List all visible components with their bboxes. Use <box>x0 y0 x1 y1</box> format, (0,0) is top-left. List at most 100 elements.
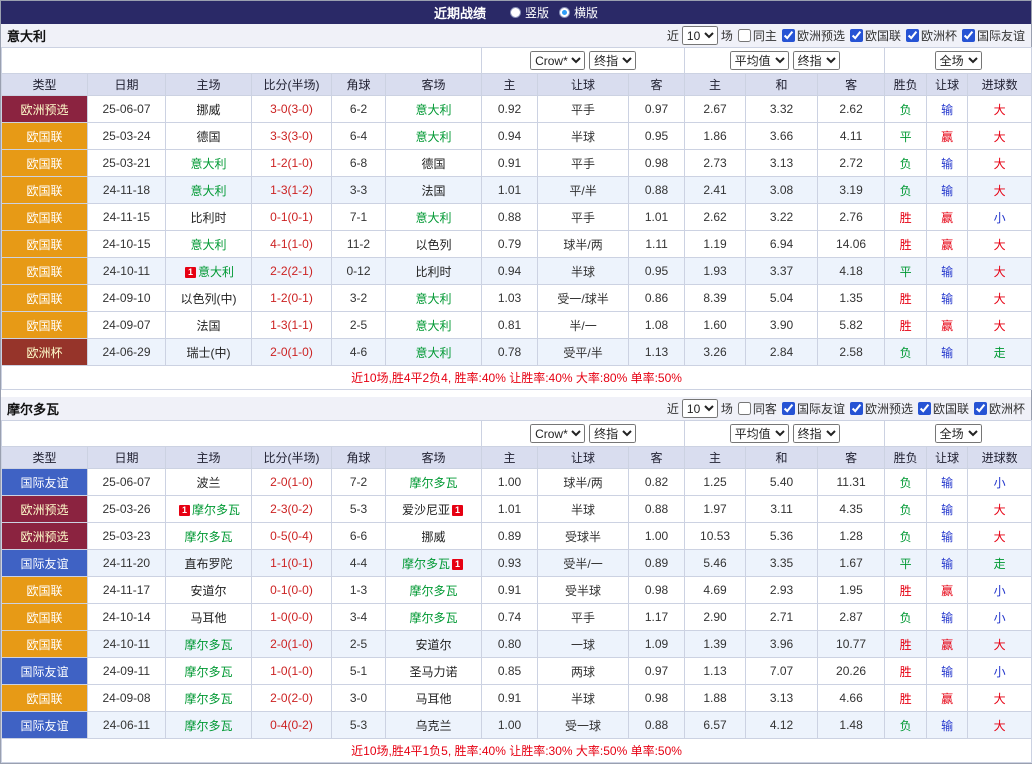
handicap-result: 输 <box>927 658 968 685</box>
win-lose-result: 平 <box>885 123 927 150</box>
match-type-badge: 欧国联 <box>2 312 88 339</box>
asia-odds-selects: Crow*终指 <box>482 48 685 74</box>
match-score: 1-2(0-1) <box>252 285 332 312</box>
competition-filter[interactable]: 国际友谊 <box>962 27 1025 44</box>
competition-filter[interactable]: 欧洲杯 <box>974 400 1025 417</box>
odds-source-select[interactable]: Crow* <box>530 51 585 70</box>
asia-home-odds: 0.85 <box>482 658 538 685</box>
asia-handicap: 受半球 <box>538 577 629 604</box>
competition-checkbox[interactable] <box>782 29 795 42</box>
same-venue-filter[interactable]: 同主 <box>738 27 777 44</box>
same-venue-checkbox[interactable] <box>738 402 751 415</box>
same-venue-checkbox[interactable] <box>738 29 751 42</box>
europe-home-odds: 1.60 <box>685 312 746 339</box>
column-header: 角球 <box>332 74 386 96</box>
red-card-badge: 1 <box>179 505 190 516</box>
asia-handicap: 半球 <box>538 496 629 523</box>
home-team: 比利时 <box>166 204 252 231</box>
average-final-select[interactable]: 终指 <box>793 51 840 70</box>
europe-away-odds: 2.72 <box>818 150 885 177</box>
table-row: 国际友谊24-09-11摩尔多瓦1-0(1-0)5-1圣马力诺0.85两球0.9… <box>2 658 1032 685</box>
team-name: 摩尔多瓦 <box>184 638 232 652</box>
away-team: 摩尔多瓦 <box>386 577 482 604</box>
match-type-badge: 国际友谊 <box>2 658 88 685</box>
column-header: 日期 <box>88 447 166 469</box>
odds-source-select[interactable]: Crow* <box>530 424 585 443</box>
competition-filter[interactable]: 国际友谊 <box>782 400 845 417</box>
competition-checkbox[interactable] <box>850 29 863 42</box>
match-count-select[interactable]: 10 <box>682 399 718 418</box>
handicap-result: 赢 <box>927 577 968 604</box>
away-team: 德国 <box>386 150 482 177</box>
match-score: 2-0(2-0) <box>252 685 332 712</box>
corner-score: 4-4 <box>332 550 386 577</box>
competition-checkbox[interactable] <box>974 402 987 415</box>
win-lose-result: 负 <box>885 469 927 496</box>
asia-handicap: 受半/一 <box>538 550 629 577</box>
competition-checkbox[interactable] <box>782 402 795 415</box>
away-team: 意大利 <box>386 339 482 366</box>
match-date: 25-03-23 <box>88 523 166 550</box>
competition-filter[interactable]: 欧国联 <box>918 400 969 417</box>
asia-odds-selects: Crow*终指 <box>482 421 685 447</box>
column-header: 客场 <box>386 74 482 96</box>
competition-checkbox[interactable] <box>906 29 919 42</box>
team-name: 安道尔 <box>416 638 452 652</box>
layout-radio-horizontal[interactable]: 横版 <box>559 4 598 21</box>
competition-filter[interactable]: 欧国联 <box>850 27 901 44</box>
asia-away-odds: 1.01 <box>629 204 685 231</box>
column-header: 主场 <box>166 447 252 469</box>
table-row: 欧国联24-09-10以色列(中)1-2(0-1)3-2意大利1.03受一/球半… <box>2 285 1032 312</box>
competition-checkbox[interactable] <box>918 402 931 415</box>
asia-away-odds: 1.09 <box>629 631 685 658</box>
corner-score: 6-2 <box>332 96 386 123</box>
asia-handicap: 半球 <box>538 685 629 712</box>
competition-filter[interactable]: 欧洲预选 <box>782 27 845 44</box>
competition-checkbox[interactable] <box>850 402 863 415</box>
page: 近期战绩 竖版横版 意大利近10场同主欧洲预选欧国联欧洲杯国际友谊Crow*终指… <box>0 0 1032 764</box>
table-row: 欧洲杯24-06-29瑞士(中)2-0(1-0)4-6意大利0.78受平/半1.… <box>2 339 1032 366</box>
europe-away-odds: 2.87 <box>818 604 885 631</box>
corner-score: 5-3 <box>332 712 386 739</box>
europe-away-odds: 2.76 <box>818 204 885 231</box>
handicap-result: 输 <box>927 523 968 550</box>
average-select[interactable]: 平均值 <box>730 51 789 70</box>
home-team: 法国 <box>166 312 252 339</box>
column-header: 主 <box>482 447 538 469</box>
away-team: 安道尔 <box>386 631 482 658</box>
europe-draw-odds: 3.37 <box>746 258 818 285</box>
average-final-select[interactable]: 终指 <box>793 424 840 443</box>
match-type-badge: 国际友谊 <box>2 550 88 577</box>
handicap-result: 输 <box>927 96 968 123</box>
team-name: 意大利 <box>190 238 226 252</box>
table-row: 国际友谊24-11-20直布罗陀1-1(0-1)4-4摩尔多瓦10.93受半/一… <box>2 550 1032 577</box>
competition-checkbox[interactable] <box>962 29 975 42</box>
corner-score: 6-6 <box>332 523 386 550</box>
match-count-select[interactable]: 10 <box>682 26 718 45</box>
goals-result: 大 <box>968 123 1032 150</box>
europe-home-odds: 6.57 <box>685 712 746 739</box>
europe-away-odds: 2.58 <box>818 339 885 366</box>
competition-filter[interactable]: 欧洲杯 <box>906 27 957 44</box>
goals-result: 大 <box>968 496 1032 523</box>
match-type-badge: 欧国联 <box>2 204 88 231</box>
corner-score: 6-8 <box>332 150 386 177</box>
average-select[interactable]: 平均值 <box>730 424 789 443</box>
asia-home-odds: 0.91 <box>482 685 538 712</box>
same-venue-filter[interactable]: 同客 <box>738 400 777 417</box>
goals-result: 走 <box>968 339 1032 366</box>
scope-select[interactable]: 全场 <box>935 51 982 70</box>
corner-score: 3-2 <box>332 285 386 312</box>
odds-final-select[interactable]: 终指 <box>589 424 636 443</box>
competition-filter[interactable]: 欧洲预选 <box>850 400 913 417</box>
goals-result: 大 <box>968 685 1032 712</box>
asia-away-odds: 0.95 <box>629 258 685 285</box>
away-team: 法国 <box>386 177 482 204</box>
match-type-badge: 欧国联 <box>2 604 88 631</box>
layout-radio-vertical[interactable]: 竖版 <box>510 4 549 21</box>
asia-away-odds: 0.95 <box>629 123 685 150</box>
scope-select[interactable]: 全场 <box>935 424 982 443</box>
match-type-badge: 欧洲预选 <box>2 523 88 550</box>
odds-final-select[interactable]: 终指 <box>589 51 636 70</box>
match-date: 24-10-14 <box>88 604 166 631</box>
